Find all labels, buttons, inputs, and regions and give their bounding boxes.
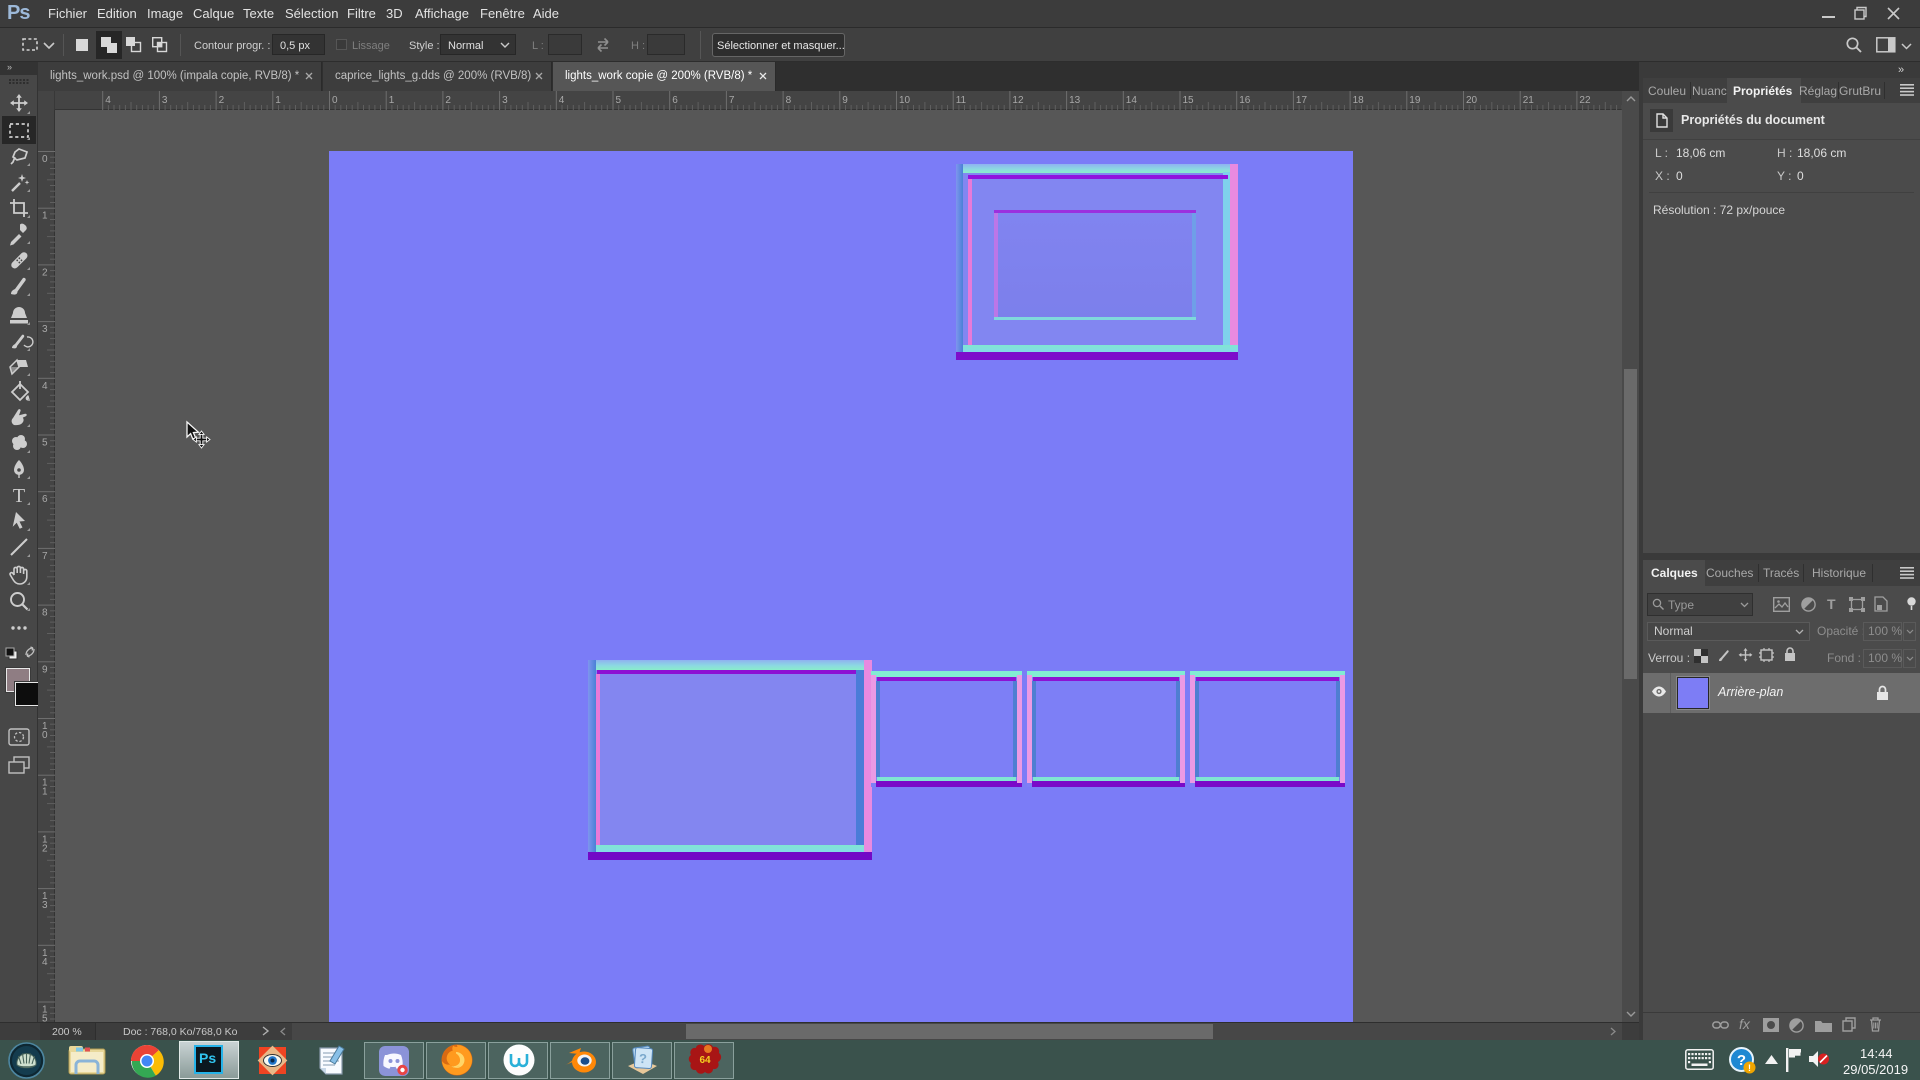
svg-text:4: 4 — [42, 957, 48, 968]
svg-text:4: 4 — [105, 95, 111, 106]
svg-text:11: 11 — [956, 95, 967, 106]
svg-text:64: 64 — [699, 1055, 711, 1066]
svg-text:8: 8 — [786, 95, 792, 106]
svg-text:3: 3 — [502, 95, 508, 106]
svg-text:9: 9 — [42, 664, 48, 675]
svg-text:7: 7 — [42, 551, 48, 562]
svg-text:5: 5 — [616, 95, 622, 106]
svg-text:4: 4 — [559, 95, 565, 106]
svg-text:1: 1 — [42, 787, 48, 798]
svg-text:0: 0 — [332, 95, 338, 106]
svg-text:12: 12 — [1012, 95, 1024, 106]
svg-text:T: T — [13, 485, 25, 507]
svg-text:6: 6 — [42, 494, 48, 505]
svg-text:14: 14 — [1126, 95, 1138, 106]
svg-text:1: 1 — [42, 211, 48, 222]
svg-text:9: 9 — [842, 95, 848, 106]
svg-text:2: 2 — [42, 267, 48, 278]
svg-text:2: 2 — [219, 95, 225, 106]
svg-text:2: 2 — [42, 843, 48, 854]
svg-text:10: 10 — [899, 95, 911, 106]
svg-text:21: 21 — [1523, 95, 1535, 106]
svg-text:?: ? — [638, 1051, 647, 1067]
svg-text:13: 13 — [1069, 95, 1081, 106]
svg-text:5: 5 — [42, 438, 48, 449]
svg-text:19: 19 — [1409, 95, 1421, 106]
svg-text:8: 8 — [42, 608, 48, 619]
svg-text:6: 6 — [672, 95, 678, 106]
svg-text:3: 3 — [162, 95, 168, 106]
svg-text:3: 3 — [42, 900, 48, 911]
svg-text:2: 2 — [445, 95, 451, 106]
svg-text:1: 1 — [275, 95, 281, 106]
svg-text:7: 7 — [729, 95, 735, 106]
svg-text:!: ! — [1748, 1063, 1751, 1073]
svg-text:15: 15 — [1183, 95, 1195, 106]
svg-text:20: 20 — [1466, 95, 1478, 106]
svg-text:0: 0 — [42, 730, 48, 741]
svg-text:4: 4 — [42, 381, 48, 392]
svg-text:1: 1 — [389, 95, 395, 106]
svg-text:0: 0 — [42, 154, 48, 165]
svg-text:22: 22 — [1579, 95, 1591, 106]
svg-text:18: 18 — [1353, 95, 1365, 106]
svg-text:16: 16 — [1239, 95, 1251, 106]
svg-text:17: 17 — [1296, 95, 1308, 106]
svg-text:3: 3 — [42, 324, 48, 335]
